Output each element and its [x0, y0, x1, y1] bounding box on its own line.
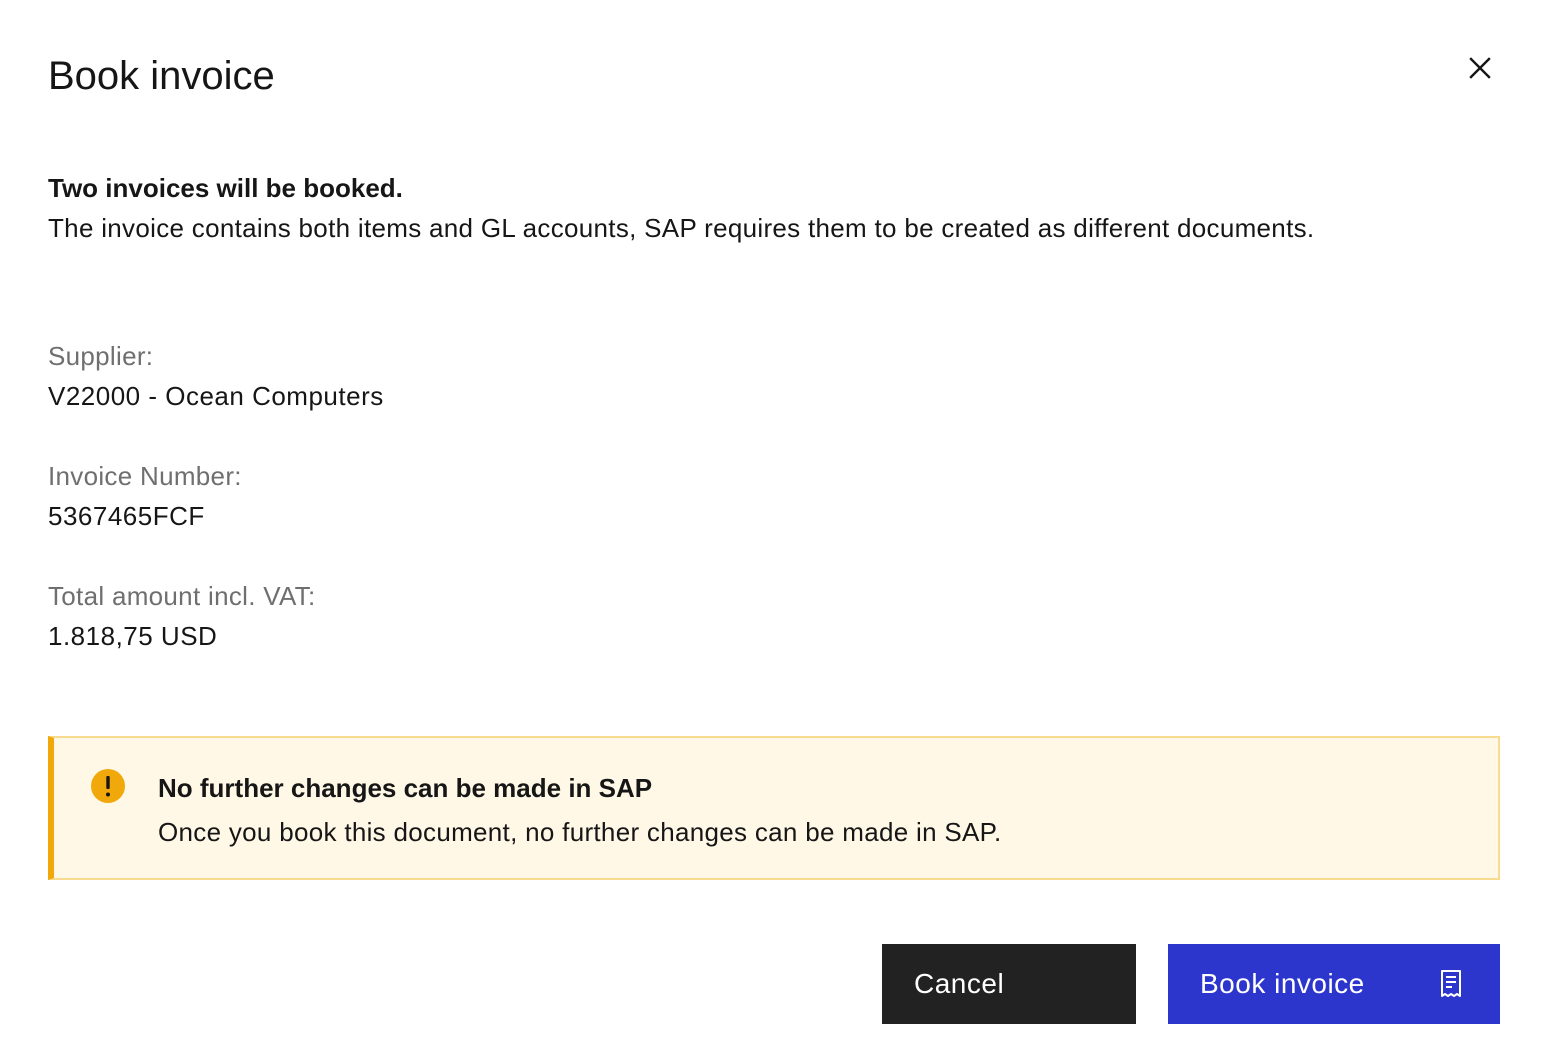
warning-notification: No further changes can be made in SAP On… — [48, 736, 1500, 880]
book-invoice-button[interactable]: Book invoice — [1168, 944, 1500, 1024]
total-amount-label: Total amount incl. VAT: — [48, 581, 316, 611]
receipt-icon — [1441, 970, 1461, 997]
book-invoice-button-label: Book invoice — [1200, 968, 1365, 999]
invoice-number-label: Invoice Number: — [48, 461, 242, 491]
invoice-number-field: Invoice Number: 5367465FCF — [48, 456, 948, 536]
dialog-message: Two invoices will be booked. The invoice… — [48, 168, 1348, 248]
dialog-title: Book invoice — [48, 54, 275, 98]
supplier-label: Supplier: — [48, 341, 154, 371]
close-icon — [1469, 57, 1491, 79]
notice-text: Once you book this document, no further … — [158, 817, 1002, 847]
message-description: The invoice contains both items and GL a… — [48, 213, 1315, 243]
message-lead: Two invoices will be booked. — [48, 173, 403, 203]
invoice-number-value: 5367465FCF — [48, 501, 205, 531]
cancel-button-label: Cancel — [914, 968, 1005, 999]
warning-icon — [91, 769, 125, 803]
cancel-button[interactable]: Cancel — [882, 944, 1136, 1024]
notice-title: No further changes can be made in SAP — [158, 773, 653, 803]
book-invoice-dialog: Book invoice Two invoices will be booked… — [0, 0, 1548, 1056]
supplier-value: V22000 - Ocean Computers — [48, 381, 384, 411]
close-button[interactable] — [1456, 44, 1504, 92]
total-amount-value: 1.818,75 USD — [48, 621, 218, 651]
supplier-field: Supplier: V22000 - Ocean Computers — [48, 336, 948, 416]
total-amount-field: Total amount incl. VAT: 1.818,75 USD — [48, 576, 948, 656]
